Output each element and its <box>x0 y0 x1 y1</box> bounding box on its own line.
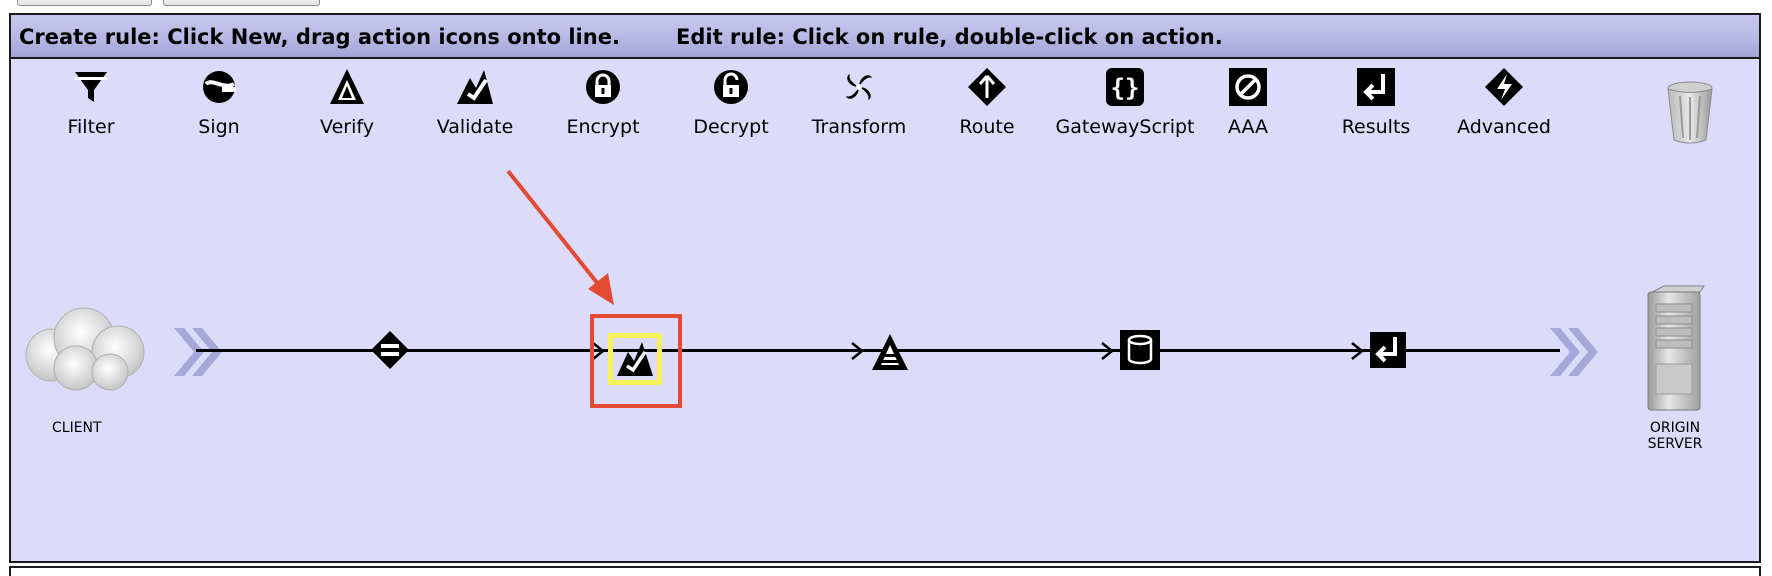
flow-line-start <box>196 349 210 352</box>
origin-server-icon <box>1647 285 1705 411</box>
match-action-icon <box>371 331 409 369</box>
server-chevron-icon <box>1550 328 1598 376</box>
instruction-bar: Create rule: Click New, drag action icon… <box>11 15 1759 59</box>
annotation-arrow-icon <box>506 169 614 305</box>
results-action-icon <box>1370 332 1406 368</box>
verify-icon <box>330 69 364 104</box>
palette-filter[interactable]: Filter <box>27 66 155 156</box>
top-button-2[interactable] <box>163 0 320 6</box>
edit-rule-instruction: Edit rule: Click on rule, double-click o… <box>676 25 1223 49</box>
gatewayscript-icon: {} <box>1106 68 1144 106</box>
filter-icon <box>75 72 107 102</box>
top-button-1[interactable] <box>17 0 152 6</box>
palette-results[interactable]: Results <box>1312 66 1440 156</box>
palette-validate[interactable]: Validate <box>411 66 539 156</box>
client-cloud-icon <box>25 307 145 391</box>
result-store-action-node[interactable] <box>1118 328 1162 372</box>
client-chevron-icon <box>174 328 222 376</box>
origin-server-label-line2: SERVER <box>1647 436 1703 452</box>
create-rule-instruction: Create rule: Click New, drag action icon… <box>19 25 620 49</box>
database-icon <box>1120 330 1160 370</box>
palette-decrypt[interactable]: Decrypt <box>667 66 795 156</box>
results-icon <box>1357 68 1395 106</box>
validate-icon <box>457 70 493 104</box>
match-action-node[interactable] <box>370 330 410 370</box>
decrypt-icon <box>714 70 748 104</box>
flow-arrow-icon <box>851 342 864 360</box>
client-label: CLIENT <box>52 420 102 436</box>
results-action-node[interactable] <box>1368 330 1408 370</box>
palette-verify[interactable]: Verify <box>283 66 411 156</box>
palette-transform[interactable]: Transform <box>795 66 923 156</box>
route-icon <box>968 68 1006 106</box>
palette-aaa[interactable]: AAA <box>1184 66 1312 156</box>
aaa-icon <box>1229 68 1267 106</box>
palette-gatewayscript[interactable]: {} GatewayScript <box>1052 66 1198 156</box>
advanced-icon <box>1485 68 1523 106</box>
flow-arrow-icon <box>1351 342 1364 360</box>
sign-icon <box>203 71 236 103</box>
verify-action-node[interactable] <box>868 330 912 374</box>
flow-arrow-icon <box>1101 342 1114 360</box>
trash-icon[interactable] <box>1662 80 1718 146</box>
palette-advanced[interactable]: Advanced <box>1440 66 1568 156</box>
annotation-box <box>590 314 682 408</box>
verify-action-icon <box>872 334 908 370</box>
encrypt-icon <box>586 70 620 104</box>
transform-icon <box>846 74 872 100</box>
origin-server-label: ORIGIN SERVER <box>1630 420 1720 452</box>
bottom-panel <box>9 566 1761 576</box>
origin-server-label-line1: ORIGIN <box>1649 420 1701 436</box>
svg-text:{}: {} <box>1111 74 1140 102</box>
palette-sign[interactable]: Sign <box>155 66 283 156</box>
palette-encrypt[interactable]: Encrypt <box>539 66 667 156</box>
palette-route[interactable]: Route <box>923 66 1051 156</box>
